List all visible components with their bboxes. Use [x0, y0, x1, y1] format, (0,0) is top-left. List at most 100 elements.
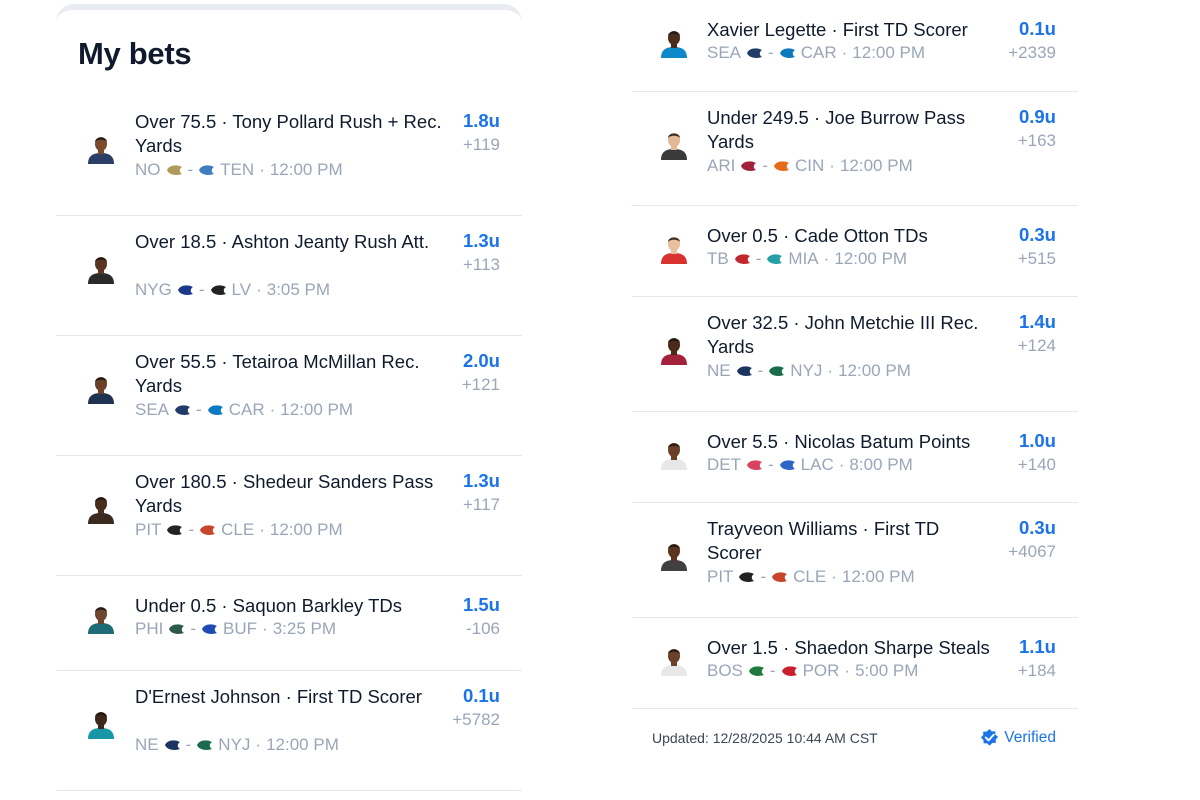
bet-row[interactable]: Over 180.5 · Shedeur Sanders Pass Yards P…: [56, 456, 522, 576]
bet-row[interactable]: Over 1.5 · Shaedon Sharpe Steals BOS - POR ·…: [632, 618, 1078, 709]
bet-title: Under 0.5 · Saquon Barkley TDs: [135, 595, 403, 616]
player-avatar-icon: [85, 132, 117, 164]
bet-row[interactable]: D'Ernest Johnson · First TD Scorer NE - NYJ…: [56, 671, 522, 791]
bet-row[interactable]: Under 0.5 · Saquon Barkley TDs PHI - BUF · 3:…: [56, 576, 522, 671]
home-team: MIA: [788, 249, 819, 268]
matchup-dot: ·: [259, 160, 265, 179]
matchup-separator: -: [760, 567, 767, 586]
matchup-dot: ·: [827, 361, 834, 380]
matchup-separator: -: [768, 43, 774, 62]
bet-title: Over 18.5 · Ashton Jeanty Rush Att.: [135, 231, 430, 252]
bet-units: 1.1u: [1018, 636, 1056, 657]
home-team: LAC: [800, 455, 834, 474]
game-time: 12:00 PM: [269, 520, 343, 539]
bet-row[interactable]: Trayveon Williams · First TD Scorer PIT - C…: [632, 503, 1078, 618]
bet-title: Over 32.5 · John Metchie III Rec. Yards: [707, 312, 979, 357]
away-team-logo-icon: [746, 46, 763, 60]
bet-units: 1.3u: [462, 230, 500, 251]
updated-timestamp: Updated: 12/28/2025 10:44 AM CST: [652, 730, 878, 746]
home-team: BUF: [223, 619, 258, 638]
verified-badge[interactable]: Verified: [980, 728, 1056, 747]
game-time: 12:00 PM: [852, 43, 926, 62]
matchup-separator: -: [196, 400, 202, 419]
player-avatar-icon: [85, 707, 117, 739]
page-title: My bets: [78, 36, 192, 71]
bet-odds: +2339: [1008, 43, 1056, 62]
bet-odds: +515: [1017, 249, 1056, 268]
home-team-logo-icon: [779, 458, 796, 472]
home-team-logo-icon: [207, 403, 224, 417]
bet-odds: +5782: [452, 710, 500, 729]
player-avatar-icon: [658, 438, 690, 470]
bet-title: Over 5.5 · Nicolas Batum Points: [707, 431, 971, 452]
matchup: ARI - CIN · 12:00 PM: [707, 155, 913, 177]
home-team: CLE: [793, 567, 827, 586]
away-team: SEA: [707, 43, 742, 62]
away-team: NE: [135, 735, 159, 754]
bet-odds: +117: [462, 495, 500, 514]
bet-odds: +184: [1017, 661, 1056, 680]
home-team-logo-icon: [766, 252, 783, 266]
matchup-separator: -: [762, 156, 769, 175]
bet-row[interactable]: Over 18.5 · Ashton Jeanty Rush Att. NYG - L…: [56, 216, 522, 336]
player-avatar-icon: [85, 372, 117, 404]
bet-row[interactable]: Xavier Legette · First TD Scorer SEA - CAR ·…: [632, 0, 1078, 92]
bet-title: Under 249.5 · Joe Burrow Pass Yards: [707, 107, 966, 152]
matchup-dot: ·: [844, 661, 851, 680]
bet-units: 0.3u: [1018, 517, 1056, 538]
matchup: PIT - CLE · 12:00 PM: [135, 519, 343, 541]
bet-row[interactable]: Over 55.5 · Tetairoa McMillan Rec. Yards…: [56, 336, 522, 456]
home-team: POR: [802, 661, 840, 680]
game-time: 12:00 PM: [839, 156, 913, 175]
matchup-separator: -: [185, 735, 192, 754]
bet-units: 0.1u: [1018, 18, 1056, 39]
bet-row[interactable]: Over 0.5 · Cade Otton TDs TB - MIA · 12:00 PM…: [632, 206, 1078, 297]
bet-row[interactable]: Under 249.5 · Joe Burrow Pass Yards ARI - C…: [632, 92, 1078, 206]
away-team: PIT: [135, 520, 162, 539]
home-team: LV: [231, 280, 252, 299]
game-time: 8:00 PM: [849, 455, 913, 474]
verified-icon: [981, 728, 999, 746]
bet-odds: +4067: [1008, 542, 1056, 561]
matchup: SEA - CAR · 12:00 PM: [707, 42, 925, 64]
matchup-separator: -: [769, 661, 776, 680]
bet-title: Over 75.5 · Tony Pollard Rush + Rec. Yar…: [135, 111, 442, 156]
home-team: NYJ: [218, 735, 251, 754]
game-time: 12:00 PM: [838, 361, 911, 380]
away-team: TB: [707, 249, 729, 268]
bet-row[interactable]: Over 5.5 · Nicolas Batum Points DET - LAC · 8…: [632, 412, 1078, 503]
bet-units: 0.3u: [1018, 224, 1056, 245]
bet-title: Over 180.5 · Shedeur Sanders Pass Yards: [135, 471, 434, 516]
game-time: 5:00 PM: [855, 661, 919, 680]
home-team-logo-icon: [768, 364, 785, 378]
home-team-logo-icon: [199, 523, 216, 537]
matchup-dot: ·: [262, 619, 268, 638]
bet-odds: +119: [462, 135, 500, 154]
away-team: NO: [135, 160, 161, 179]
bet-row[interactable]: Over 32.5 · John Metchie III Rec. Yards N…: [632, 297, 1078, 412]
home-team: CLE: [221, 520, 255, 539]
game-time: 3:05 PM: [266, 280, 331, 299]
bet-odds: -106: [465, 619, 500, 638]
player-avatar-icon: [85, 252, 117, 284]
bet-row[interactable]: Over 75.5 · Tony Pollard Rush + Rec. Yar…: [56, 96, 522, 216]
player-avatar-icon: [658, 333, 690, 365]
bet-units: 0.9u: [1018, 106, 1056, 127]
away-team: NYG: [135, 280, 172, 299]
game-time: 3:25 PM: [272, 619, 336, 638]
player-avatar-icon: [658, 539, 690, 571]
bet-odds: +163: [1017, 131, 1056, 150]
bet-units: 1.5u: [462, 594, 500, 615]
away-team: ARI: [707, 156, 736, 175]
away-team: PHI: [135, 619, 164, 638]
away-team: BOS: [707, 661, 743, 680]
bet-title: Xavier Legette · First TD Scorer: [707, 19, 968, 40]
home-team-logo-icon: [210, 283, 227, 297]
bet-title: D'Ernest Johnson · First TD Scorer: [135, 686, 422, 707]
away-team: DET: [707, 455, 741, 474]
away-team: NE: [707, 361, 731, 380]
game-time: 12:00 PM: [269, 160, 343, 179]
matchup-dot: ·: [829, 156, 835, 175]
verified-label: Verified: [1004, 728, 1056, 746]
bets-panel-left: My bets Over 75.5 · Tony Pollard Rush + …: [56, 4, 522, 800]
